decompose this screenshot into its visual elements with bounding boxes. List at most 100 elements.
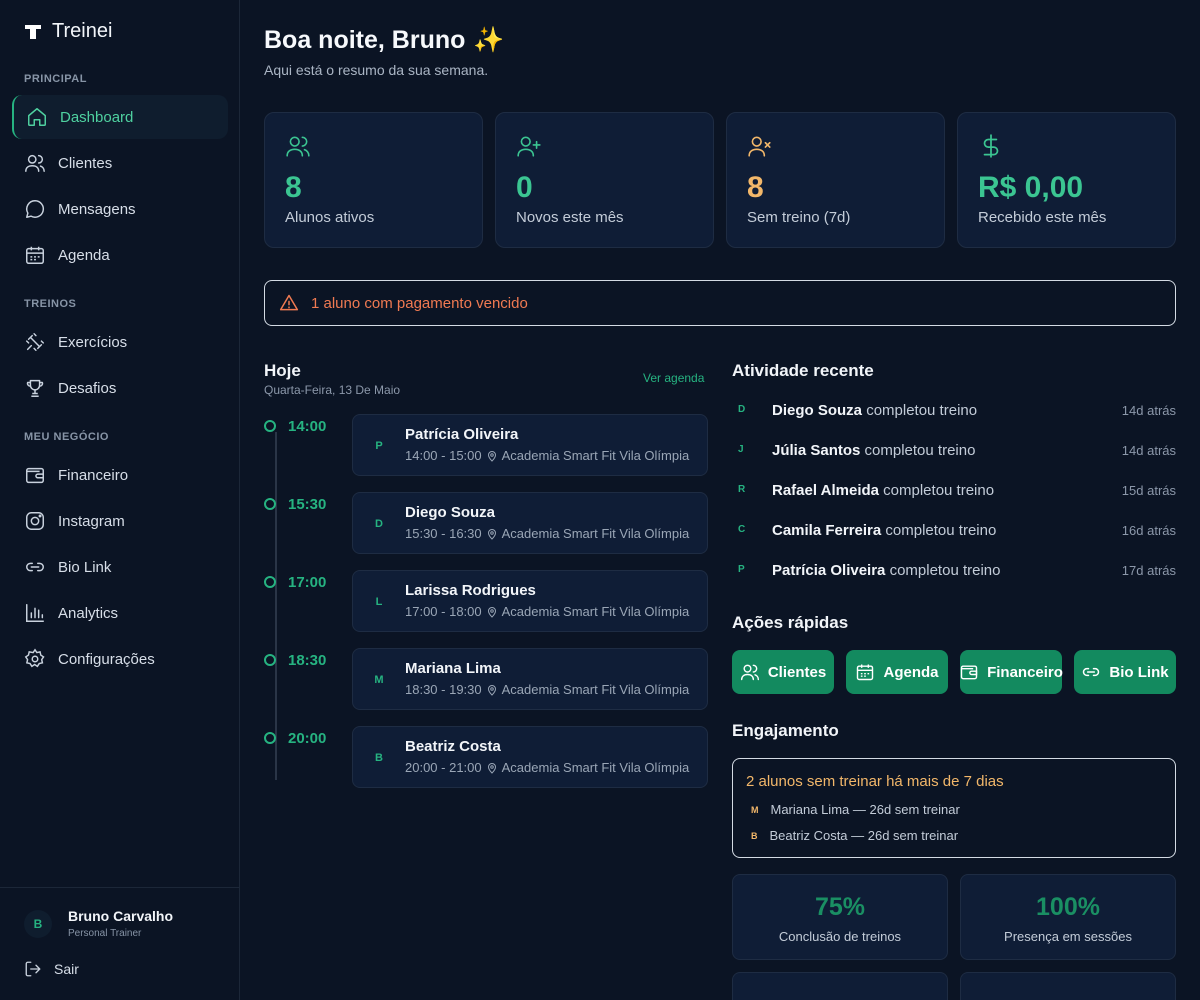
metric-label: Presença em sessões: [1004, 929, 1132, 944]
quick-action-agenda-button[interactable]: Agenda: [846, 650, 948, 694]
appointment-card[interactable]: D Diego Souza 15:30 - 16:30 Academia Sma…: [352, 492, 708, 554]
timeline-time: 17:00: [288, 574, 327, 591]
metric-label: Conclusão de treinos: [778, 929, 902, 944]
map-pin-icon: [487, 762, 496, 774]
greeting-text: Boa noite, Bruno: [264, 26, 466, 54]
appointment-card[interactable]: P Patrícia Oliveira 14:00 - 15:00 Academ…: [352, 414, 708, 476]
quick-action-bio-link-button[interactable]: Bio Link: [1074, 650, 1176, 694]
activity-action: completou treino: [864, 442, 976, 459]
activity-time: 17d atrás: [1121, 563, 1176, 578]
activity-action: completou treino: [885, 522, 997, 539]
appointment-meta: 14:00 - 15:00 Academia Smart Fit Vila Ol…: [405, 448, 689, 463]
engagement-title: Engajamento: [732, 721, 839, 740]
logout-icon: [25, 961, 41, 977]
sidebar-item-instagram[interactable]: Instagram: [12, 499, 228, 543]
sidebar-item-configuracoes[interactable]: Configurações: [12, 637, 228, 681]
quick-action-label: Bio Link: [1109, 663, 1169, 681]
user-plus-icon: [517, 136, 541, 157]
avatar: C: [738, 524, 746, 535]
appointment-card[interactable]: M Mariana Lima 18:30 - 19:30 Academia Sm…: [352, 648, 708, 710]
sidebar-item-dashboard[interactable]: Dashboard: [12, 95, 228, 139]
sparkles-icon: ✨: [473, 26, 505, 54]
activity-text: Júlia Santos completou treino: [772, 442, 975, 459]
timeline-time: 15:30: [288, 496, 327, 513]
sidebar-item-analytics[interactable]: Analytics: [12, 591, 228, 635]
sidebar-item-bio-link[interactable]: Bio Link: [12, 545, 228, 589]
sidebar-footer: B Bruno Carvalho Personal Trainer Sair: [0, 887, 239, 1000]
appointment-card[interactable]: B Beatriz Costa 20:00 - 21:00 Academia S…: [352, 726, 708, 788]
appointment-name: Beatriz Costa: [405, 738, 501, 755]
appointment-location: Academia Smart Fit Vila Olímpia: [501, 604, 690, 619]
avatar[interactable]: B: [24, 910, 52, 938]
brand[interactable]: Treinei: [24, 20, 112, 43]
timeline-line: [275, 432, 277, 780]
stat-label: Novos este mês: [516, 209, 624, 226]
stat-card-novos[interactable]: 0 Novos este mês: [495, 112, 714, 248]
sidebar-item-label: Bio Link: [58, 558, 112, 576]
avatar: M: [374, 674, 384, 686]
logout-label: Sair: [54, 961, 79, 977]
instagram-icon: [26, 512, 44, 530]
activity-action: completou treino: [883, 482, 995, 499]
appointment-meta: 20:00 - 21:00 Academia Smart Fit Vila Ol…: [405, 760, 689, 775]
users-icon: [740, 664, 759, 681]
avatar: R: [738, 484, 746, 495]
stat-label: Recebido este mês: [978, 209, 1107, 226]
appointment-range: 15:30 - 16:30: [405, 526, 482, 541]
sidebar-item-label: Dashboard: [60, 108, 134, 126]
quick-action-label: Agenda: [883, 663, 939, 681]
list-item[interactable]: B Beatriz Costa — 26d sem treinar: [751, 828, 958, 843]
map-pin-icon: [487, 684, 496, 696]
stat-card-alunos-ativos[interactable]: 8 Alunos ativos: [264, 112, 483, 248]
page-subtitle: Aqui está o resumo da sua semana.: [264, 62, 489, 78]
calendar-icon: [857, 664, 874, 681]
quick-action-financeiro-button[interactable]: Financeiro: [960, 650, 1063, 694]
user-role: Personal Trainer: [68, 928, 142, 939]
sidebar: Treinei PRINCIPAL Dashboard Clientes Men…: [0, 0, 240, 1000]
appointment-name: Diego Souza: [405, 504, 496, 521]
appointment-meta: 18:30 - 19:30 Academia Smart Fit Vila Ol…: [405, 682, 689, 697]
sidebar-item-mensagens[interactable]: Mensagens: [12, 187, 228, 231]
activity-item[interactable]: P Patrícia Oliveira completou treino 17d…: [732, 560, 1176, 584]
engagement-warning-box: 2 alunos sem treinar há mais de 7 dias M…: [732, 758, 1176, 858]
sidebar-item-label: Analytics: [58, 604, 119, 622]
engagement-item-text: Mariana Lima — 26d sem treinar: [770, 802, 960, 817]
see-agenda-link[interactable]: Ver agenda: [643, 371, 704, 385]
engagement-warning: 2 alunos sem treinar há mais de 7 dias: [746, 773, 1004, 790]
sidebar-item-financeiro[interactable]: Financeiro: [12, 453, 228, 497]
sidebar-item-desafios[interactable]: Desafios: [12, 366, 228, 410]
sidebar-item-clientes[interactable]: Clientes: [12, 141, 228, 185]
appointment-name: Larissa Rodrigues: [405, 582, 536, 599]
map-pin-icon: [487, 450, 496, 462]
activity-item[interactable]: J Júlia Santos completou treino 14d atrá…: [732, 440, 1176, 464]
stat-card-sem-treino[interactable]: 8 Sem treino (7d): [726, 112, 945, 248]
activity-item[interactable]: R Rafael Almeida completou treino 15d at…: [732, 480, 1176, 504]
list-item[interactable]: M Mariana Lima — 26d sem treinar: [751, 802, 960, 817]
link-icon: [26, 562, 44, 572]
quick-action-clientes-button[interactable]: Clientes: [732, 650, 834, 694]
map-pin-icon: [487, 606, 496, 618]
dollar-icon: [983, 134, 999, 158]
activity-text: Patrícia Oliveira completou treino: [772, 562, 1000, 579]
sidebar-item-agenda[interactable]: Agenda: [12, 233, 228, 277]
payment-alert[interactable]: 1 aluno com pagamento vencido: [264, 280, 1176, 326]
timeline-dot: [264, 732, 276, 744]
appointment-card[interactable]: L Larissa Rodrigues 17:00 - 18:00 Academ…: [352, 570, 708, 632]
home-icon: [28, 108, 46, 126]
sidebar-item-exercicios[interactable]: Exercícios: [12, 320, 228, 364]
activity-item[interactable]: D Diego Souza completou treino 14d atrás: [732, 400, 1176, 424]
activity-text: Diego Souza completou treino: [772, 402, 977, 419]
activity-item[interactable]: C Camila Ferreira completou treino 16d a…: [732, 520, 1176, 544]
brand-name: Treinei: [52, 20, 113, 42]
appointment-meta: 17:00 - 18:00 Academia Smart Fit Vila Ol…: [405, 604, 689, 619]
app-root: Treinei PRINCIPAL Dashboard Clientes Men…: [0, 0, 1200, 1000]
bar-chart-icon: [26, 604, 44, 622]
message-icon: [26, 200, 45, 218]
appointment-name: Patrícia Oliveira: [405, 426, 519, 443]
stat-card-recebido[interactable]: R$ 0,00 Recebido este mês: [957, 112, 1176, 248]
map-pin-icon: [487, 528, 496, 540]
activity-name: Diego Souza: [772, 402, 863, 419]
activity-time: 14d atrás: [1121, 443, 1176, 458]
appointment-location: Academia Smart Fit Vila Olímpia: [501, 448, 690, 463]
logout-button[interactable]: Sair: [24, 960, 79, 978]
